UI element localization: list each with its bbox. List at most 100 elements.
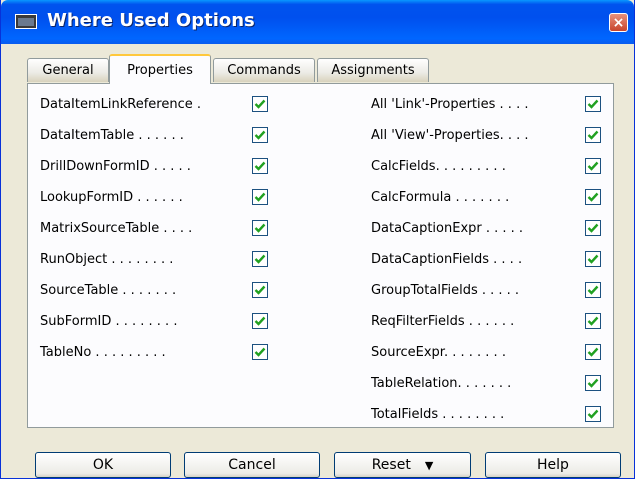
option-label: SourceTable . . . . . . . (40, 283, 177, 298)
option-label: DataCaptionExpr . . . . . (371, 221, 524, 236)
option-row[interactable]: TableNo . . . . . . . . . (40, 343, 270, 363)
option-label: MatrixSourceTable . . . . (40, 221, 193, 236)
option-label: DataCaptionFields . . . . (371, 252, 523, 267)
option-row[interactable]: MatrixSourceTable . . . . (40, 219, 270, 239)
properties-panel: DataItemLinkReference . DataItemTable . .… (27, 83, 614, 428)
option-label: SourceExpr. . . . . . . . (371, 345, 506, 360)
option-checkbox[interactable] (585, 344, 601, 360)
option-label: TableNo . . . . . . . . . (40, 345, 166, 360)
option-row[interactable]: GroupTotalFields . . . . . (371, 281, 603, 301)
help-button[interactable]: Help (485, 452, 621, 478)
window-icon (15, 14, 37, 29)
option-label: CalcFormula . . . . . . . (371, 190, 510, 205)
title-bar[interactable]: Where Used Options × (1, 0, 634, 44)
checkmark-icon (587, 223, 599, 233)
checkmark-icon (587, 347, 599, 357)
option-row[interactable]: LookupFormID . . . . . . (40, 188, 270, 208)
tab-label: Assignments (331, 63, 415, 78)
option-checkbox[interactable] (252, 220, 268, 236)
checkmark-icon (587, 316, 599, 326)
option-row[interactable]: DataItemTable . . . . . . (40, 126, 270, 146)
ok-button[interactable]: OK (35, 452, 171, 478)
option-label: RunObject . . . . . . . . (40, 252, 174, 267)
checkmark-icon (587, 99, 599, 109)
option-checkbox[interactable] (585, 96, 601, 112)
checkmark-icon (254, 130, 266, 140)
option-checkbox[interactable] (585, 406, 601, 422)
option-checkbox[interactable] (252, 158, 268, 174)
option-checkbox[interactable] (252, 127, 268, 143)
option-checkbox[interactable] (252, 282, 268, 298)
option-label: TotalFields . . . . . . . . (371, 407, 505, 422)
option-row[interactable]: CalcFormula . . . . . . . (371, 188, 603, 208)
option-row[interactable]: SourceExpr. . . . . . . . (371, 343, 603, 363)
option-label: GroupTotalFields . . . . . (371, 283, 520, 298)
checkmark-icon (254, 316, 266, 326)
checkmark-icon (587, 285, 599, 295)
tab-label: General (42, 63, 94, 78)
option-checkbox[interactable] (252, 96, 268, 112)
checkmark-icon (254, 347, 266, 357)
option-checkbox[interactable] (585, 282, 601, 298)
option-label: CalcFields. . . . . . . . . (371, 159, 506, 174)
option-checkbox[interactable] (252, 313, 268, 329)
option-label: SubFormID . . . . . . . . (40, 314, 178, 329)
where-used-options-dialog: Where Used Options × General Properties … (0, 0, 635, 479)
ok-button-label: OK (92, 457, 114, 473)
option-row[interactable]: SubFormID . . . . . . . . (40, 312, 270, 332)
option-checkbox[interactable] (252, 344, 268, 360)
option-row[interactable]: DataCaptionFields . . . . (371, 250, 603, 270)
option-row[interactable]: DrillDownFormID . . . . . (40, 157, 270, 177)
option-row[interactable]: CalcFields. . . . . . . . . (371, 157, 603, 177)
option-row[interactable]: DataItemLinkReference . (40, 95, 270, 115)
tab-commands[interactable]: Commands (213, 58, 315, 82)
close-icon: × (612, 14, 625, 31)
option-checkbox[interactable] (252, 251, 268, 267)
checkmark-icon (254, 285, 266, 295)
tab-label: Commands (227, 63, 301, 78)
option-checkbox[interactable] (585, 189, 601, 205)
checkmark-icon (587, 161, 599, 171)
checkmark-icon (587, 130, 599, 140)
option-row[interactable]: SourceTable . . . . . . . (40, 281, 270, 301)
option-checkbox[interactable] (585, 127, 601, 143)
checkmark-icon (254, 161, 266, 171)
option-checkbox[interactable] (585, 313, 601, 329)
checkmark-icon (587, 378, 599, 388)
checkmark-icon (254, 192, 266, 202)
checkmark-icon (587, 192, 599, 202)
option-label: All 'Link'-Properties . . . . (371, 97, 529, 112)
reset-button-label: Reset (371, 457, 411, 473)
option-row[interactable]: All 'Link'-Properties . . . . (371, 95, 603, 115)
checkmark-icon (587, 409, 599, 419)
option-row[interactable]: ReqFilterFields . . . . . . (371, 312, 603, 332)
tab-assignments[interactable]: Assignments (317, 58, 429, 82)
option-row[interactable]: DataCaptionExpr . . . . . (371, 219, 603, 239)
option-checkbox[interactable] (585, 220, 601, 236)
option-label: ReqFilterFields . . . . . . (371, 314, 515, 329)
option-checkbox[interactable] (585, 251, 601, 267)
checkmark-icon (254, 223, 266, 233)
background-strip (0, 479, 635, 494)
option-checkbox[interactable] (252, 189, 268, 205)
option-row[interactable]: TotalFields . . . . . . . . (371, 405, 603, 425)
option-checkbox[interactable] (585, 158, 601, 174)
option-row[interactable]: RunObject . . . . . . . . (40, 250, 270, 270)
close-button[interactable]: × (609, 13, 628, 32)
option-checkbox[interactable] (585, 375, 601, 391)
option-row[interactable]: TableRelation. . . . . . . (371, 374, 603, 394)
option-label: DrillDownFormID . . . . . (40, 159, 191, 174)
tab-general[interactable]: General (27, 58, 109, 82)
checkmark-icon (254, 99, 266, 109)
checkmark-icon (254, 254, 266, 264)
option-label: All 'View'-Properties. . . . (371, 128, 529, 143)
option-label: LookupFormID . . . . . . (40, 190, 183, 205)
cancel-button-label: Cancel (228, 457, 276, 473)
cancel-button[interactable]: Cancel (184, 452, 320, 478)
dropdown-arrow-icon: ▼ (424, 458, 434, 472)
option-row[interactable]: All 'View'-Properties. . . . (371, 126, 603, 146)
reset-button[interactable]: Reset ▼ (334, 452, 471, 478)
option-label: DataItemLinkReference . (40, 97, 201, 112)
tab-properties[interactable]: Properties (109, 54, 211, 84)
option-label: TableRelation. . . . . . . (371, 376, 512, 391)
